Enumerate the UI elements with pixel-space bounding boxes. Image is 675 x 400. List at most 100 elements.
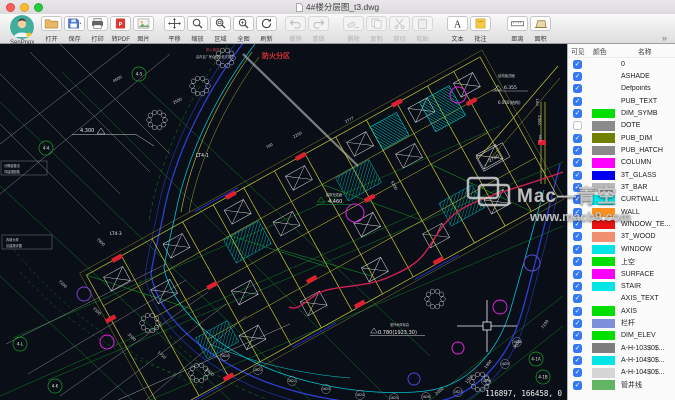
toolbar-item-label: 刷新: [260, 36, 273, 43]
toolbar-item-area[interactable]: 面积: [529, 16, 552, 43]
layer-visibility-checkbox[interactable]: ✓: [573, 183, 582, 193]
layer-row: ✓ DIM_SYMB: [568, 107, 675, 119]
layer-name: A-H-104$0$...: [621, 369, 665, 377]
toolbar-item-zoom-region[interactable]: 区域: [209, 16, 232, 43]
avatar[interactable]: [10, 15, 34, 39]
svg-text:P: P: [119, 22, 123, 28]
toolbar-item-image[interactable]: 图片: [132, 16, 155, 43]
toolbar-item-save[interactable]: 保存: [63, 16, 86, 43]
layer-visibility-checkbox[interactable]: ✓: [573, 306, 582, 316]
toolbar-item-folder-open[interactable]: 打开: [40, 16, 63, 43]
layer-color-swatch[interactable]: [592, 232, 615, 242]
cut-icon: [389, 16, 410, 31]
layer-visibility-checkbox[interactable]: ✓: [573, 84, 582, 94]
layer-visibility-checkbox[interactable]: [573, 121, 582, 131]
layer-color-swatch[interactable]: [592, 207, 615, 218]
layer-name: DOTE: [621, 122, 641, 130]
pan-icon[interactable]: [164, 16, 185, 31]
layer-visibility-checkbox[interactable]: ✓: [573, 195, 582, 205]
layer-color-swatch[interactable]: [592, 158, 615, 168]
layer-visibility-checkbox[interactable]: ✓: [573, 380, 582, 390]
printer-icon[interactable]: [87, 16, 108, 31]
cad-drawing-canvas[interactable]: 2700 防火分区 防火卷帘 由内至厂房合拢处依次施工 4.300 结构板顶面 …: [0, 44, 567, 400]
refresh-icon[interactable]: [256, 16, 277, 31]
toolbar-item-zoom[interactable]: 缩放: [186, 16, 209, 43]
layer-color-swatch[interactable]: [592, 219, 615, 230]
layer-visibility-checkbox[interactable]: ✓: [573, 331, 582, 341]
layer-visibility-checkbox[interactable]: ✓: [573, 133, 582, 143]
layer-visibility-checkbox[interactable]: ✓: [573, 269, 582, 279]
user-account[interactable]: SenPngx: [4, 15, 40, 46]
toolbar-item-refresh[interactable]: 刷新: [255, 16, 278, 43]
layer-color-swatch[interactable]: [592, 121, 615, 131]
toolbar-item-zoom-extents[interactable]: 全图: [232, 16, 255, 43]
toolbar-item-distance[interactable]: 距离: [506, 16, 529, 43]
top-note-label: 由内至厂房合拢处依次施工: [196, 54, 235, 59]
zoom-button[interactable]: [34, 2, 43, 12]
toolbar-overflow-chevron[interactable]: »: [662, 33, 667, 43]
zoom-region-icon[interactable]: [210, 16, 231, 31]
layer-color-swatch[interactable]: [592, 330, 615, 341]
layer-visibility-checkbox[interactable]: ✓: [573, 96, 582, 106]
layer-visibility-checkbox[interactable]: ✓: [573, 294, 582, 304]
layer-visibility-checkbox[interactable]: ✓: [573, 232, 582, 242]
layer-color-swatch[interactable]: [592, 355, 615, 366]
layer-row: ✓ WINDOW: [568, 243, 675, 255]
toolbar-item-label: 转PDF: [111, 36, 130, 43]
layer-color-swatch[interactable]: [592, 318, 615, 329]
layer-visibility-checkbox[interactable]: ✓: [573, 72, 582, 82]
minimize-button[interactable]: [20, 2, 29, 12]
layer-visibility-checkbox[interactable]: ✓: [573, 59, 582, 69]
layer-visibility-checkbox[interactable]: ✓: [573, 244, 582, 254]
cursor-coordinates: 116897, 166458, 0: [485, 389, 562, 398]
layer-color-swatch[interactable]: [592, 133, 615, 143]
layer-color-swatch[interactable]: [592, 244, 615, 255]
layer-color-swatch[interactable]: [592, 256, 615, 267]
layer-color-swatch[interactable]: [592, 269, 615, 279]
layer-color-swatch[interactable]: [592, 145, 615, 156]
layer-visibility-checkbox[interactable]: ✓: [573, 318, 582, 328]
toolbar-item-note[interactable]: 批注: [469, 16, 492, 43]
pdf-icon[interactable]: P: [110, 16, 131, 31]
close-button[interactable]: [6, 2, 15, 12]
toolbar-item-printer[interactable]: 打印: [86, 16, 109, 43]
save-icon[interactable]: [64, 16, 85, 31]
layer-visibility-checkbox[interactable]: ✓: [573, 343, 582, 353]
layer-color-swatch[interactable]: [592, 195, 615, 205]
layer-visibility-checkbox[interactable]: ✓: [573, 158, 582, 168]
zoom-extents-icon[interactable]: [233, 16, 254, 31]
elevation-4460: 4.460: [328, 199, 342, 205]
toolbar-item-pdf[interactable]: P 转PDF: [109, 16, 132, 43]
circled-dim-label: 1628: [482, 379, 490, 383]
layer-visibility-checkbox[interactable]: ✓: [573, 368, 582, 378]
layer-color-swatch[interactable]: [592, 170, 615, 181]
layer-row: ✓ 管井线: [568, 379, 675, 391]
layer-color-swatch[interactable]: [592, 182, 615, 193]
layer-color-swatch[interactable]: [592, 380, 615, 390]
layer-color-swatch[interactable]: [592, 281, 615, 292]
svg-text:A: A: [454, 20, 462, 29]
layer-visibility-checkbox[interactable]: ✓: [573, 207, 582, 217]
toolbar-item-label: 删除: [347, 36, 360, 43]
toolbar-item-label: 打印: [91, 36, 104, 43]
text-icon[interactable]: A: [447, 16, 468, 31]
zoom-icon[interactable]: [187, 16, 208, 31]
layer-visibility-checkbox[interactable]: ✓: [573, 146, 582, 156]
layer-color-swatch[interactable]: [592, 343, 615, 353]
layer-visibility-checkbox[interactable]: ✓: [573, 220, 582, 230]
layer-color-swatch[interactable]: [592, 306, 615, 316]
layer-color-swatch[interactable]: [592, 368, 615, 378]
layer-visibility-checkbox[interactable]: ✓: [573, 109, 582, 119]
toolbar-item-pan[interactable]: 平移: [163, 16, 186, 43]
note-icon[interactable]: [470, 16, 491, 31]
area-icon[interactable]: [530, 16, 551, 31]
layer-visibility-checkbox[interactable]: ✓: [573, 170, 582, 180]
layer-color-swatch[interactable]: [592, 108, 615, 119]
image-icon[interactable]: [133, 16, 154, 31]
layer-visibility-checkbox[interactable]: ✓: [573, 355, 582, 365]
layer-visibility-checkbox[interactable]: ✓: [573, 281, 582, 291]
toolbar-item-text[interactable]: A 文本: [446, 16, 469, 43]
folder-open-icon[interactable]: [41, 16, 62, 31]
layer-visibility-checkbox[interactable]: ✓: [573, 257, 582, 267]
distance-icon[interactable]: [507, 16, 528, 31]
